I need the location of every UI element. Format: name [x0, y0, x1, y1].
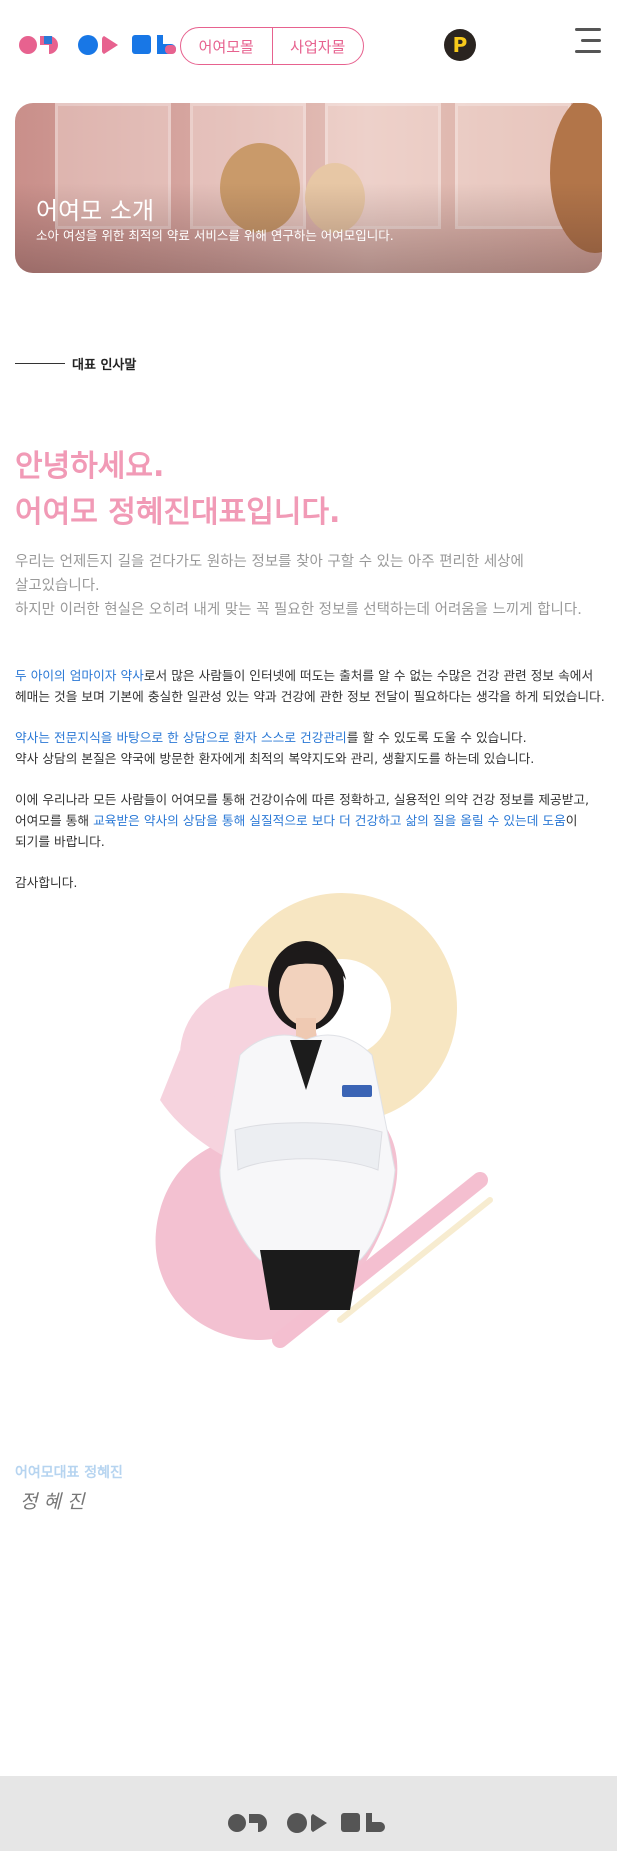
highlight-text: 두 아이의 엄마이자 약사 [15, 668, 144, 683]
section-title: 대표 인사말 [72, 358, 137, 373]
point-coin-icon[interactable]: P [444, 29, 476, 61]
paragraph-text: 를 할 수 있도록 도울 수 있습니다. [346, 730, 527, 745]
svg-text:정 혜 진: 정 혜 진 [20, 1491, 86, 1513]
hero-banner: 어여모 소개 소아 여성을 위한 최적의 약료 서비스를 위해 연구하는 어여모… [15, 103, 602, 273]
section-divider [15, 363, 65, 364]
highlight-text: 약사는 전문지식을 바탕으로 한 상담으로 환자 스스로 건강관리 [15, 730, 347, 745]
paragraph-text: 로서 많은 사람들이 인터넷에 떠도는 출처를 알 수 없는 수많은 건강 관련… [143, 668, 594, 683]
intro-line-3: 하지만 이러한 현실은 오히려 내게 맞는 꼭 필요한 정보를 선택하는데 어려… [15, 602, 582, 618]
highlight-text: 교육받은 약사의 상담을 통해 실질적으로 보다 더 건강하고 삶의 질을 올릴… [93, 813, 566, 828]
hero-subtitle: 소아 여성을 위한 최적의 약료 서비스를 위해 연구하는 어여모입니다. [36, 228, 394, 243]
greeting-line-2: 어여모 정혜진대표입니다. [15, 495, 341, 530]
paragraph-text: 되기를 바랍니다. [15, 834, 105, 849]
ceo-name: 어여모대표 정혜진 [15, 1465, 123, 1481]
paragraph-text: 이 [565, 813, 578, 828]
brand-logo[interactable] [18, 30, 182, 60]
intro-line-2: 살고있습니다. [15, 578, 100, 594]
nav-business-mall[interactable]: 사업자몰 [271, 28, 364, 64]
paragraph-2: 약사는 전문지식을 바탕으로 한 상담으로 환자 스스로 건강관리를 할 수 있… [15, 727, 615, 769]
intro-text: 우리는 언제든지 길을 걷다가도 원하는 정보를 찾아 구할 수 있는 아주 편… [15, 550, 605, 622]
greeting-line-1: 안녕하세요. [15, 449, 165, 484]
mall-switch: 어여모몰 사업자몰 [180, 27, 364, 65]
ceo-portrait [155, 893, 493, 1348]
paragraph-3: 이에 우리나라 모든 사람들이 어여모를 통해 건강이슈에 따른 정확하고, 실… [15, 789, 615, 852]
paragraph-text: 약사 상담의 본질은 약국에 방문한 환자에게 최적의 복약지도와 관리, 생활… [15, 751, 535, 766]
nav-eoyeomo-mall[interactable]: 어여모몰 [181, 28, 272, 64]
paragraph-text: 어여모를 통해 [15, 813, 94, 828]
hero-title: 어여모 소개 [36, 197, 155, 225]
paragraph-text: 헤매는 것을 보며 기본에 충실한 일관성 있는 약과 건강에 관한 정보 전달… [15, 689, 605, 704]
header: 어여모몰 사업자몰 P [0, 0, 617, 92]
greeting-heading: 안녕하세요. 어여모 정혜진대표입니다. [15, 444, 340, 536]
paragraph-text: 이에 우리나라 모든 사람들이 어여모를 통해 건강이슈에 따른 정확하고, 실… [15, 792, 590, 807]
section-label: 대표 인사말 [15, 354, 136, 373]
intro-line-1: 우리는 언제든지 길을 걷다가도 원하는 정보를 찾아 구할 수 있는 아주 편… [15, 554, 524, 570]
footer-logo [228, 1813, 385, 1833]
paragraph-1: 두 아이의 엄마이자 약사로서 많은 사람들이 인터넷에 떠도는 출처를 알 수… [15, 665, 615, 707]
hamburger-menu-icon[interactable] [569, 24, 601, 56]
signature-image: 정 혜 진 [20, 1491, 86, 1513]
